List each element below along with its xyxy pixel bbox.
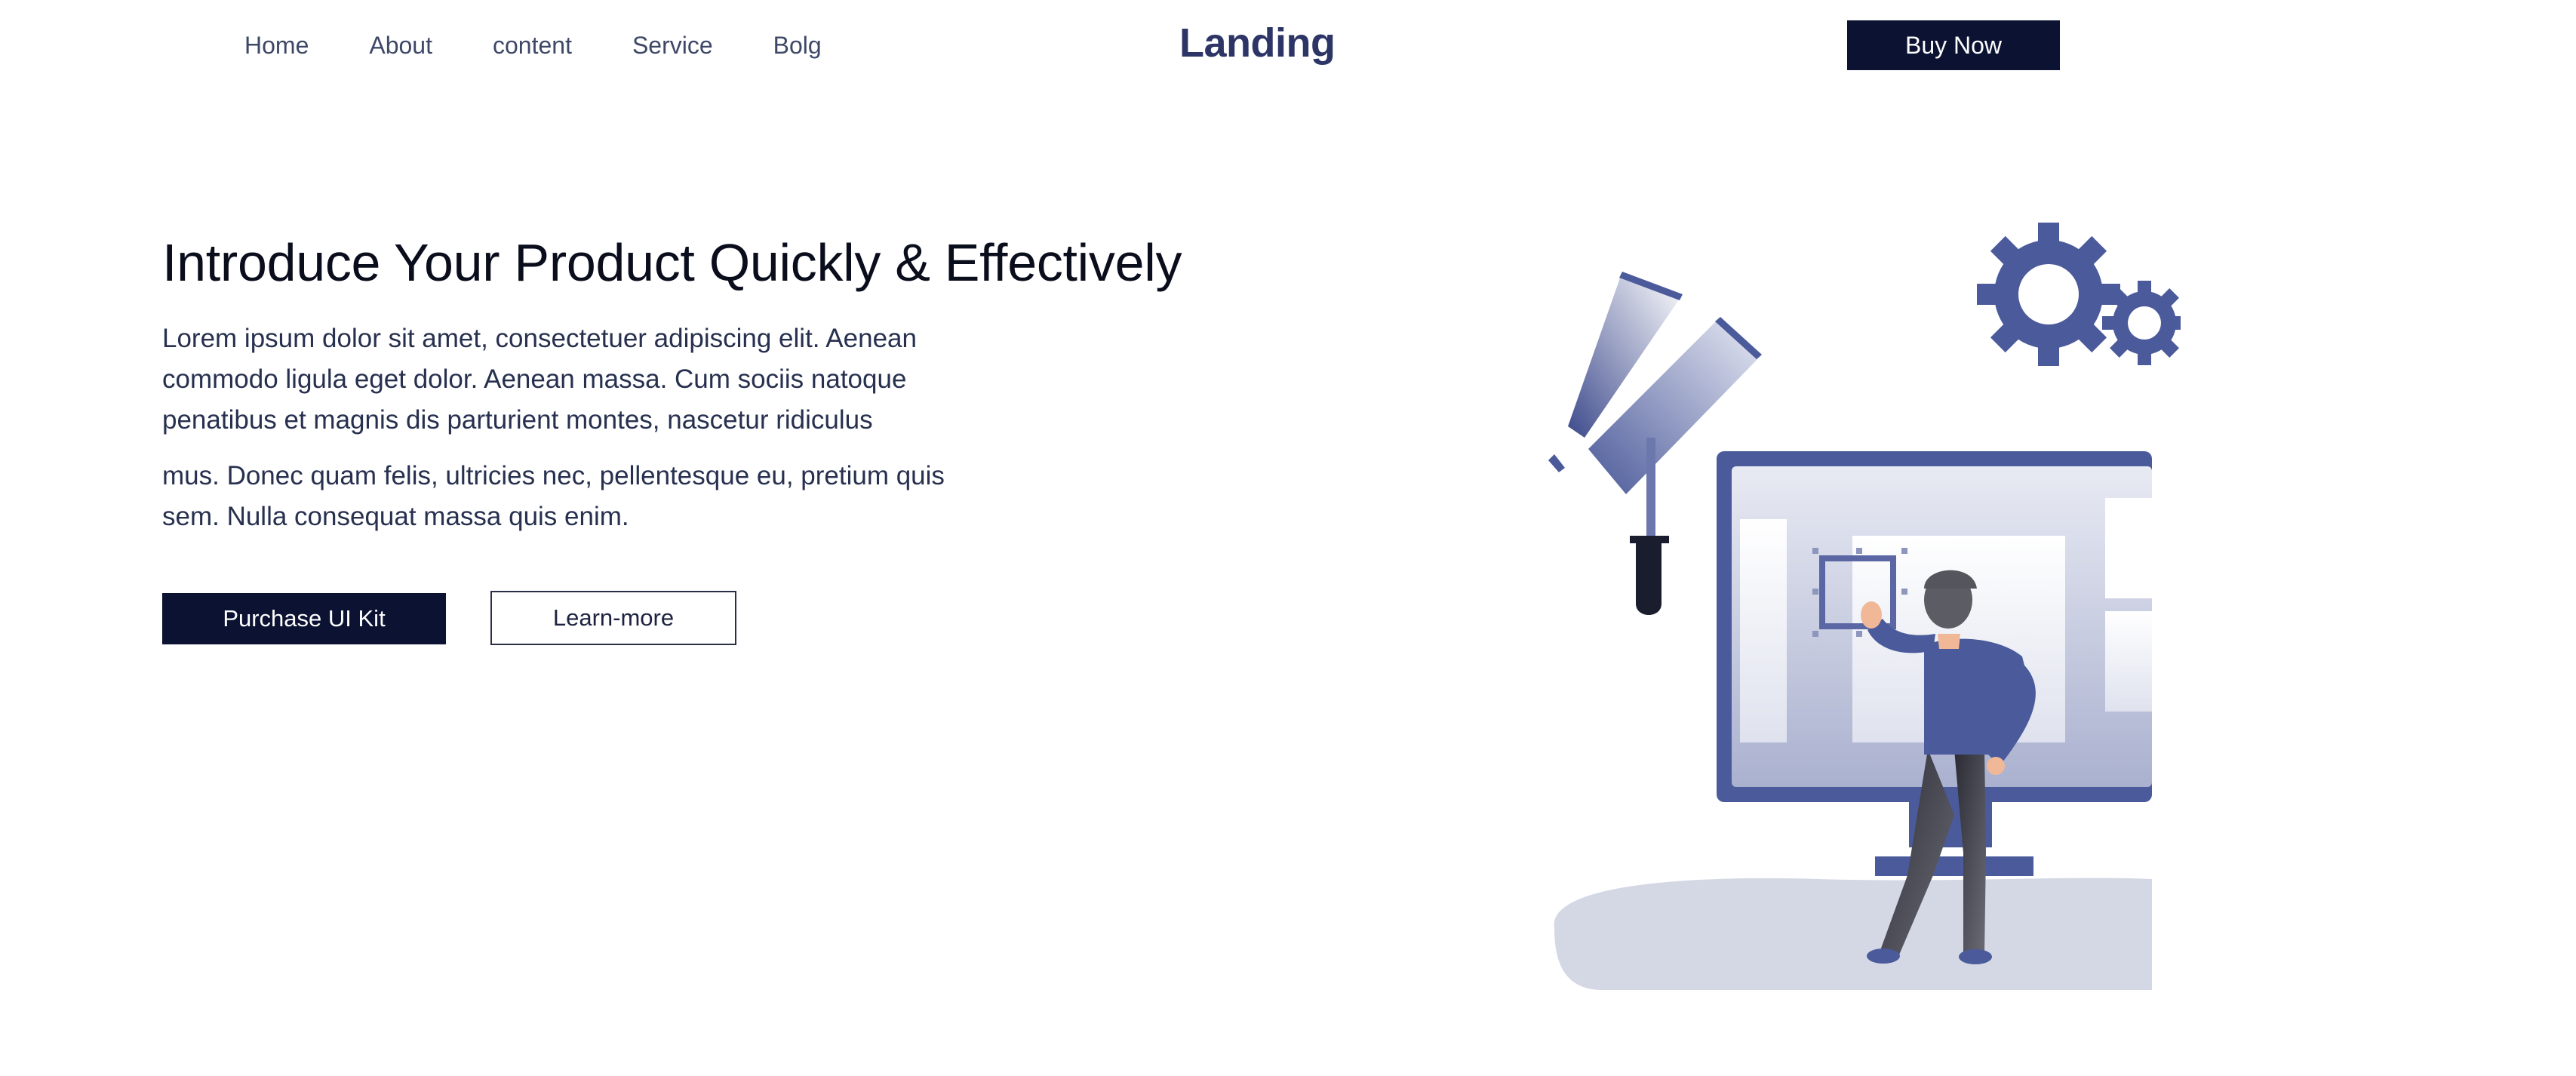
nav-link-content[interactable]: content xyxy=(493,29,572,62)
nav-link-blog[interactable]: Bolg xyxy=(773,29,822,62)
learn-more-button[interactable]: Learn-more xyxy=(490,591,736,645)
ground-shadow xyxy=(1554,878,2152,990)
nav-link-about[interactable]: About xyxy=(369,29,432,62)
main-navigation: Home About content Service Bolg xyxy=(244,29,882,62)
nav-link-home[interactable]: Home xyxy=(244,29,309,62)
buy-now-button[interactable]: Buy Now xyxy=(1847,20,2060,70)
nav-link-service[interactable]: Service xyxy=(632,29,713,62)
hero-title: Introduce Your Product Quickly & Effecti… xyxy=(162,233,1182,292)
hero-paragraph-2: mus. Donec quam felis, ultricies nec, pe… xyxy=(162,461,945,531)
hero-paragraph-1: Lorem ipsum dolor sit amet, consectetuer… xyxy=(162,324,917,435)
gear-icon xyxy=(1977,223,2120,366)
purchase-ui-kit-button[interactable]: Purchase UI Kit xyxy=(162,593,446,644)
site-logo[interactable]: Landing xyxy=(1179,18,1336,68)
hero-illustration xyxy=(1548,223,2181,990)
